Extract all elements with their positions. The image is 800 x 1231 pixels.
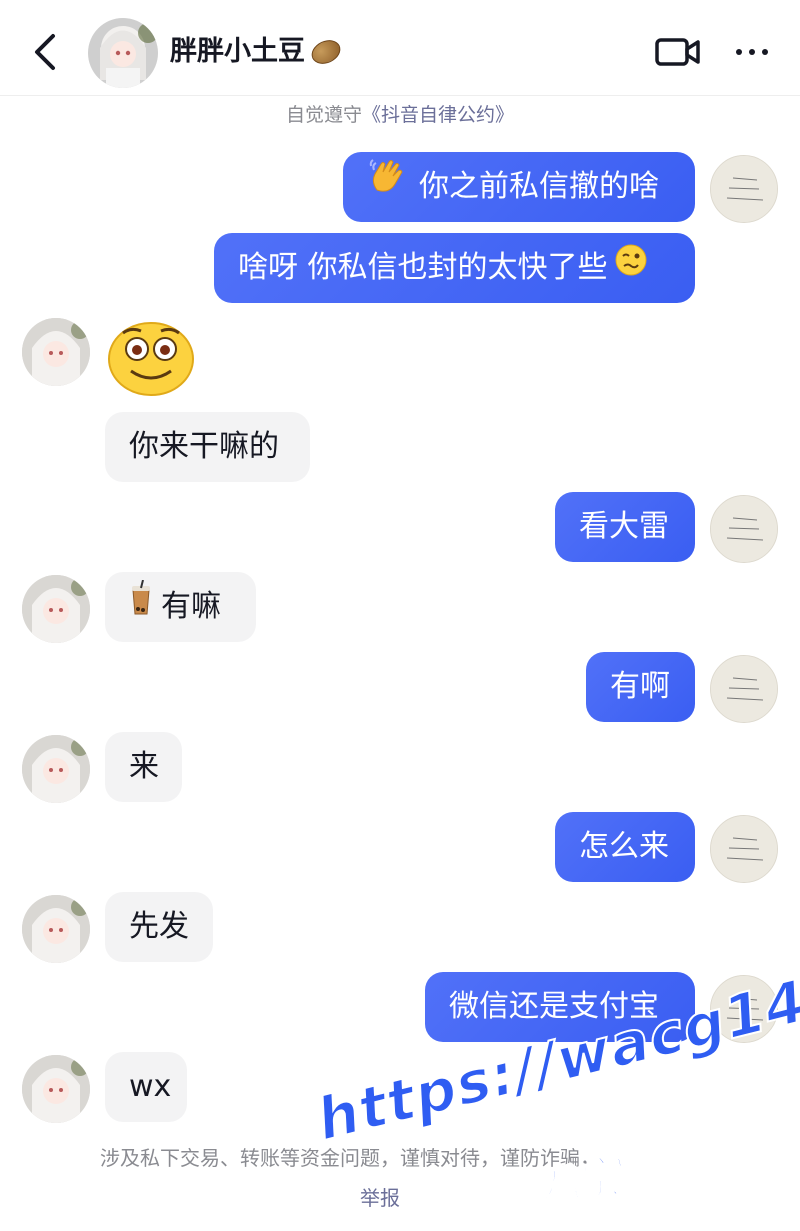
message-text: 有嘛 [161, 589, 221, 624]
back-button[interactable] [22, 24, 66, 80]
message-bubble-sent[interactable]: 啥呀 你私信也封的太快了些 [214, 233, 695, 303]
message-text: 你之前私信撤的啥 [419, 169, 659, 204]
message-text: 有啊 [610, 669, 670, 704]
bubble-tea-icon [129, 572, 153, 642]
safety-tip: 涉及私下交易、转账等资金问题，谨慎对待，谨防诈骗， [100, 1146, 600, 1170]
chat-header: 胖胖小土豆 [0, 0, 800, 96]
contact-name[interactable]: 胖胖小土豆 [170, 32, 345, 72]
chevron-left-icon [35, 34, 55, 70]
more-options-button[interactable] [730, 32, 774, 72]
video-call-button[interactable] [654, 32, 702, 72]
report-link[interactable]: 举报 [360, 1180, 400, 1216]
message-text: 啥呀 你私信也封的太快了些 [238, 250, 608, 285]
more-dot [749, 49, 755, 55]
message-bubble-sent[interactable]: 微信还是支付宝 [425, 972, 695, 1042]
contact-avatar-small[interactable] [22, 318, 90, 386]
my-avatar[interactable] [710, 975, 778, 1043]
contact-avatar-small[interactable] [22, 575, 90, 643]
contact-avatar-small[interactable] [22, 1055, 90, 1123]
my-avatar[interactable] [710, 815, 778, 883]
message-text: 微信还是支付宝 [449, 989, 659, 1024]
video-camera-icon [655, 38, 700, 66]
message-text: 来 [129, 749, 159, 784]
message-bubble-received[interactable]: 来 [105, 732, 182, 802]
message-text: 看大雷 [579, 509, 669, 544]
message-text: wx [129, 1069, 172, 1104]
message-bubble-received[interactable]: wx [105, 1052, 187, 1122]
contact-name-text: 胖胖小土豆 [170, 36, 305, 67]
message-bubble-sent[interactable]: 看大雷 [555, 492, 695, 562]
my-avatar[interactable] [710, 155, 778, 223]
potato-icon [307, 35, 345, 69]
contact-avatar-small[interactable] [22, 895, 90, 963]
message-text: 怎么来 [579, 829, 669, 864]
convention-link[interactable]: 《抖音自律公约》 [362, 104, 514, 126]
more-dot [762, 49, 768, 55]
message-bubble-sent[interactable]: 有啊 [586, 652, 695, 722]
woozy-face-icon [614, 233, 648, 303]
my-avatar[interactable] [710, 655, 778, 723]
message-text: 你来干嘛的 [129, 429, 279, 464]
my-avatar[interactable] [710, 495, 778, 563]
community-notice: 自觉遵守《抖音自律公约》 [0, 100, 800, 130]
message-bubble-received[interactable]: 你来干嘛的 [105, 412, 310, 482]
notice-prefix: 自觉遵守 [285, 104, 362, 126]
message-bubble-received[interactable]: 先发 [105, 892, 213, 962]
contact-avatar[interactable] [88, 18, 158, 88]
message-bubble-received[interactable]: 有嘛 [105, 572, 256, 642]
message-bubble-sent[interactable]: 怎么来 [555, 812, 695, 882]
message-text: 先发 [129, 909, 189, 944]
waving-hand-icon [367, 152, 407, 222]
contact-avatar-small[interactable] [22, 735, 90, 803]
grinning-face-sticker-icon[interactable] [105, 315, 197, 397]
more-dots-icon [736, 49, 742, 55]
message-bubble-sent[interactable]: 你之前私信撤的啥 [343, 152, 695, 222]
